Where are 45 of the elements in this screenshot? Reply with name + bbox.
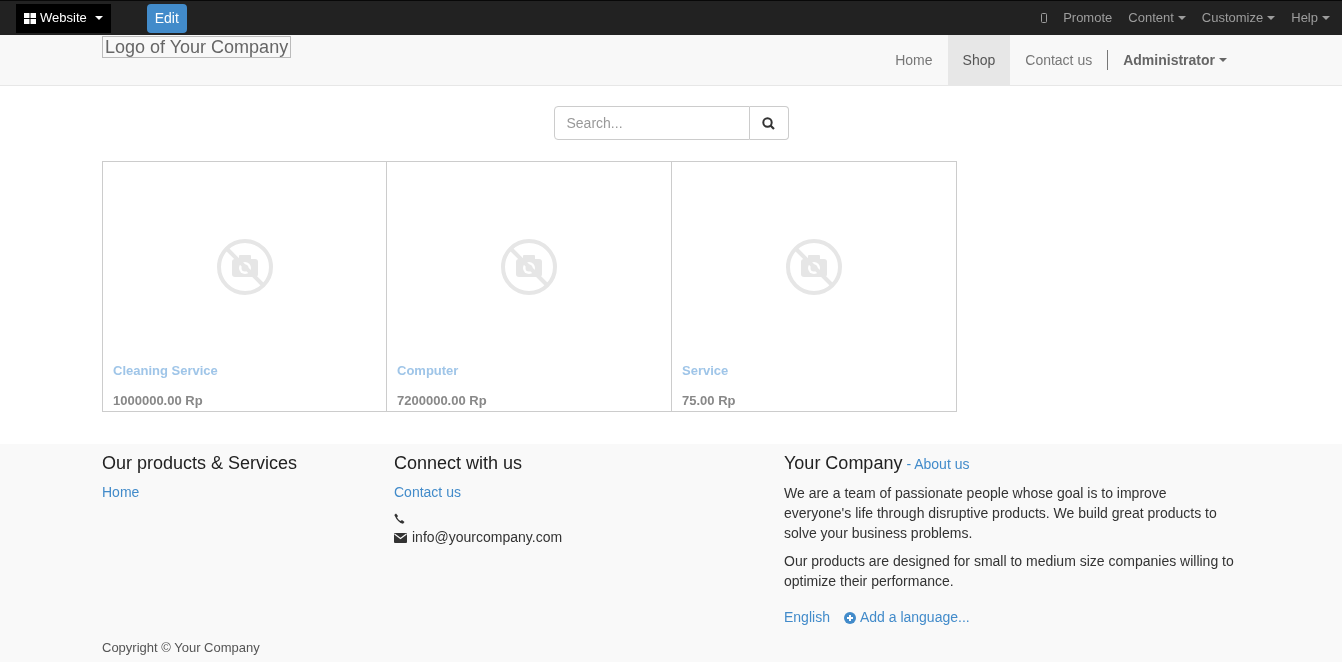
plus-circle-icon [843,611,856,624]
footer-heading: Our products & Services [102,452,299,474]
caret-icon [1219,58,1227,62]
menu-dropdown[interactable]: Customize [1201,8,1276,28]
footer-heading: Your Company [784,452,903,474]
company-description: Our products are designed for small to medium size companies willing to optimize their performance. [784,552,1235,591]
no-photo-icon [784,237,844,297]
copyright-text: Copyright © Your Company [102,639,260,657]
mobile-icon[interactable] [1041,13,1048,23]
caret-icon [1177,16,1186,20]
footer-heading: Connect with us [394,452,524,474]
product-price: 1000000.00 Rp [113,391,203,410]
envelope-icon [394,532,407,543]
promote-link[interactable]: Promote [1063,8,1113,28]
product-card[interactable]: Service 75.00 Rp [671,161,957,412]
email-text: info@yourcompany.com [412,528,563,547]
product-price: 75.00 Rp [682,391,736,410]
company-description: We are a team of passionate people whose goal is to improve everyone's life through disruptive products. We build great products to solve your business problems. [784,484,1218,543]
logo-placeholder[interactable]: Logo of Your Company [102,36,292,58]
user-menu[interactable]: Administrator [1108,35,1242,85]
product-card[interactable]: Computer 7200000.00 Rp [386,161,672,412]
caret-icon [1322,16,1330,20]
product-card[interactable]: Cleaning Service 1000000.00 Rp [102,161,387,412]
nav-link[interactable]: Home [880,35,948,85]
about-link[interactable]: - About us [906,454,970,475]
edit-button[interactable]: Edit [146,3,187,33]
nav-link[interactable]: Shop [947,35,1011,85]
website-menu[interactable]: Website [16,3,111,33]
phone-icon [394,513,405,524]
caret-icon [94,16,103,20]
product-price: 7200000.00 Rp [397,391,487,410]
menu-dropdown[interactable]: Help [1291,8,1330,28]
menu-dropdown[interactable]: Content [1128,8,1186,28]
footer-link[interactable]: Home [102,482,140,503]
nav-link[interactable]: Contact us [1010,35,1108,85]
grid-icon [24,12,36,24]
search-icon [762,116,775,130]
language-link[interactable]: English [784,607,830,628]
search-field[interactable]: Search... [553,106,750,140]
caret-icon [1267,16,1276,20]
add-language-link[interactable]: Add a language... [843,607,970,628]
no-photo-icon [214,237,275,297]
footer-link[interactable]: Contact us [394,482,461,503]
no-photo-icon [499,237,559,297]
search-button[interactable] [749,106,789,140]
